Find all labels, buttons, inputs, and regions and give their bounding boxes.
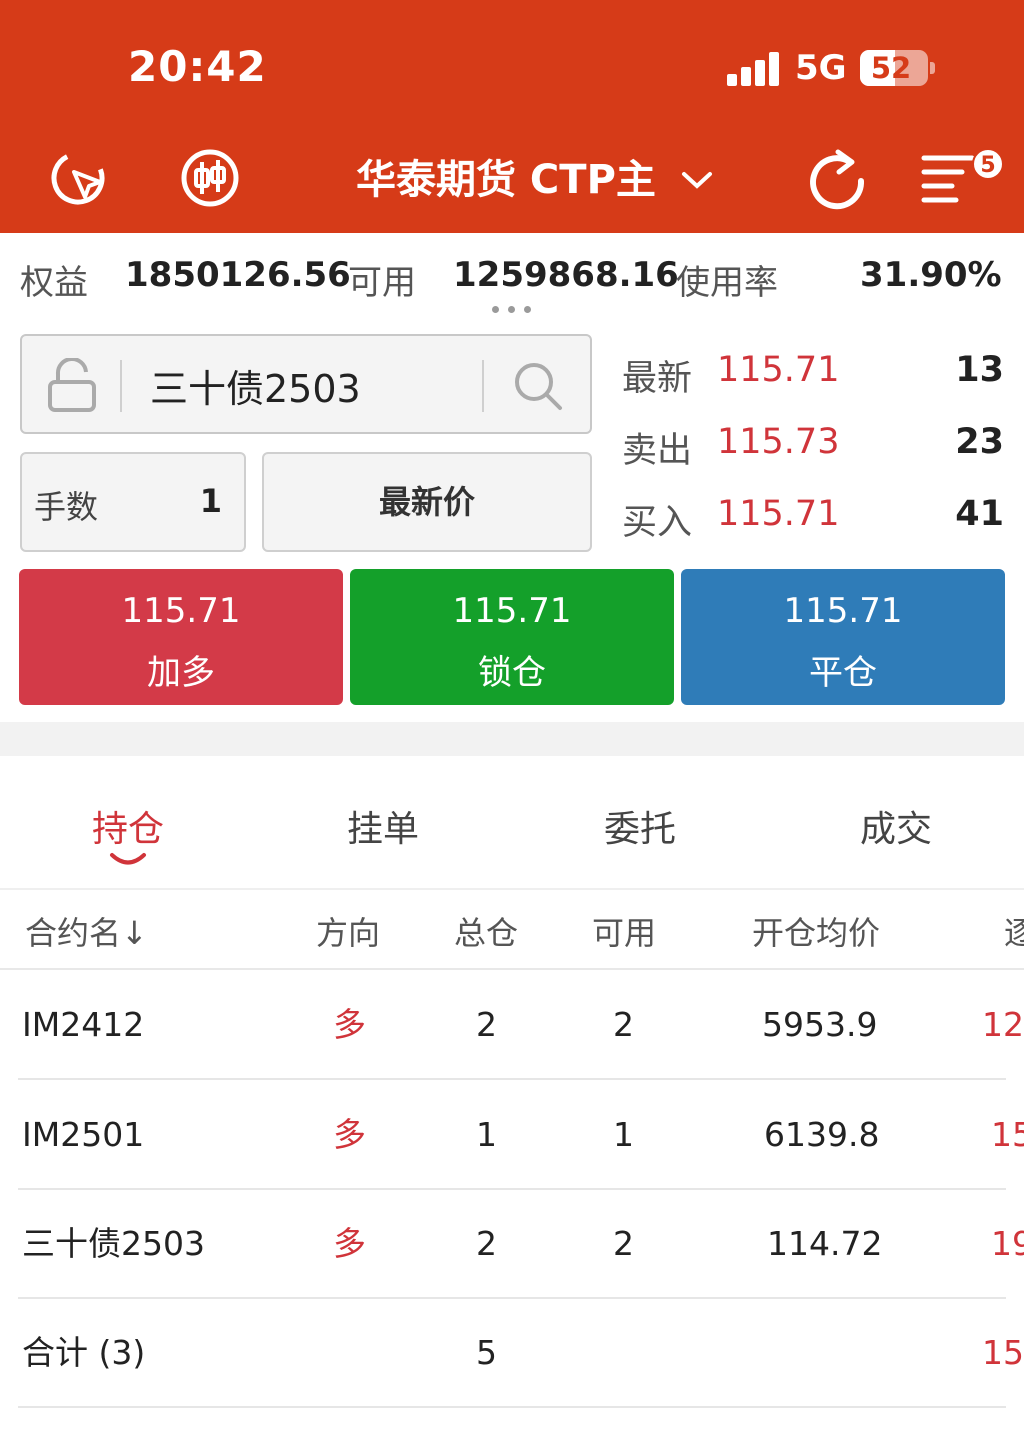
tab-trades[interactable]: 成交 xyxy=(826,800,966,852)
quote-last: 最新 115.71 13 xyxy=(622,346,1012,399)
cursor-icon[interactable] xyxy=(50,148,110,208)
table-row[interactable]: IM2412 多 2 2 5953.9 120 xyxy=(0,970,1024,1080)
quote-price[interactable]: 115.71 xyxy=(717,494,839,534)
tab-orders[interactable]: 委托 xyxy=(570,800,710,852)
app-header: 20:42 5G 52 华泰期货 CTP主 5 xyxy=(0,0,1024,233)
quote-volume: 41 xyxy=(955,494,1004,534)
signal-icon xyxy=(727,52,779,86)
notification-badge[interactable]: 5 xyxy=(972,148,1004,180)
cell-available: 1 xyxy=(613,1115,634,1154)
active-tab-indicator xyxy=(108,850,148,870)
close-position-button[interactable]: 115.71 平仓 xyxy=(681,569,1005,705)
lots-stepper[interactable]: 手数 1 xyxy=(20,452,246,552)
available-value: 1259868.16 xyxy=(453,255,679,295)
cell-contract: IM2412 xyxy=(22,1005,145,1044)
quote-volume: 13 xyxy=(955,350,1004,390)
lots-label: 手数 xyxy=(34,488,99,526)
cell-avg-price: 6139.8 xyxy=(764,1115,880,1154)
cell-total: 1 xyxy=(476,1115,497,1154)
button-label: 锁仓 xyxy=(478,653,546,693)
table-row-total: 合计 (3) 5 150 xyxy=(0,1298,1024,1408)
account-title[interactable]: 华泰期货 CTP主 xyxy=(356,152,666,208)
network-label: 5G xyxy=(795,48,847,88)
cell-direction: 多 xyxy=(333,1224,366,1263)
quote-label: 卖出 xyxy=(622,431,693,471)
cell-contract: IM2501 xyxy=(22,1115,145,1154)
more-dots-icon[interactable] xyxy=(492,306,532,314)
button-price: 115.71 xyxy=(121,591,241,631)
cell-available: 2 xyxy=(613,1224,634,1263)
cell-direction: 多 xyxy=(333,1115,366,1154)
battery-icon: 52 xyxy=(860,50,928,86)
header-direction: 方向 xyxy=(316,914,381,952)
usage-label: 使用率 xyxy=(676,263,778,303)
table-row[interactable]: 三十债2503 多 2 2 114.72 19 xyxy=(0,1189,1024,1299)
battery-level: 52 xyxy=(870,51,912,85)
cell-pnl: 19 xyxy=(991,1224,1024,1263)
refresh-icon[interactable] xyxy=(806,148,866,210)
equity-value: 1850126.56 xyxy=(125,255,351,295)
tab-positions[interactable]: 持仓 xyxy=(58,800,198,852)
cell-total: 5 xyxy=(476,1333,497,1372)
lock-position-button[interactable]: 115.71 锁仓 xyxy=(350,569,674,705)
unlock-icon[interactable] xyxy=(46,356,98,414)
tab-pending[interactable]: 挂单 xyxy=(313,800,453,852)
price-type-select[interactable]: 最新价 xyxy=(262,452,592,552)
quote-volume: 23 xyxy=(955,422,1004,462)
cell-total: 2 xyxy=(476,1005,497,1044)
chevron-down-icon[interactable] xyxy=(680,168,714,192)
cell-direction: 多 xyxy=(333,1005,366,1044)
quote-ask[interactable]: 卖出 115.73 23 xyxy=(622,418,1012,471)
tab-divider xyxy=(0,888,1024,890)
button-label: 平仓 xyxy=(809,653,877,693)
status-time: 20:42 xyxy=(128,42,267,91)
button-label: 加多 xyxy=(147,653,215,693)
cell-available: 2 xyxy=(613,1005,634,1044)
add-long-button[interactable]: 115.71 加多 xyxy=(19,569,343,705)
cell-avg-price: 5953.9 xyxy=(762,1005,878,1044)
cell-pnl: 120 xyxy=(982,1005,1024,1044)
table-row[interactable]: IM2501 多 1 1 6139.8 15 xyxy=(0,1080,1024,1190)
cell-contract: 合计 (3) xyxy=(22,1333,146,1372)
symbol-input[interactable]: 三十债2503 xyxy=(150,358,361,413)
cell-pnl: 150 xyxy=(982,1333,1024,1372)
cell-contract: 三十债2503 xyxy=(22,1224,205,1263)
header-contract[interactable]: 合约名↓ xyxy=(25,908,148,954)
quote-price[interactable]: 115.73 xyxy=(717,422,839,462)
candlestick-icon[interactable] xyxy=(180,148,240,208)
equity-label: 权益 xyxy=(20,263,88,303)
header-pnl: 逐 xyxy=(1004,914,1024,952)
quote-label: 最新 xyxy=(622,359,693,399)
usage-value: 31.90% xyxy=(860,255,1002,295)
quote-price: 115.71 xyxy=(717,350,840,390)
menu-icon[interactable] xyxy=(920,148,980,208)
symbol-selector[interactable]: 三十债2503 xyxy=(20,334,592,434)
quote-label: 买入 xyxy=(622,503,693,543)
quote-bid[interactable]: 买入 115.71 41 xyxy=(622,490,1012,543)
header-available: 可用 xyxy=(592,914,657,952)
button-price: 115.71 xyxy=(783,591,903,631)
lots-value[interactable]: 1 xyxy=(200,482,222,520)
cell-total: 2 xyxy=(476,1224,497,1263)
battery-cap xyxy=(930,62,935,74)
header-total: 总仓 xyxy=(454,914,519,952)
search-icon[interactable] xyxy=(512,360,564,412)
section-divider xyxy=(0,722,1024,756)
cell-avg-price: 114.72 xyxy=(767,1224,883,1263)
available-label: 可用 xyxy=(348,263,416,303)
button-price: 115.71 xyxy=(452,591,572,631)
header-avg-price: 开仓均价 xyxy=(752,914,881,952)
cell-pnl: 15 xyxy=(991,1115,1024,1154)
